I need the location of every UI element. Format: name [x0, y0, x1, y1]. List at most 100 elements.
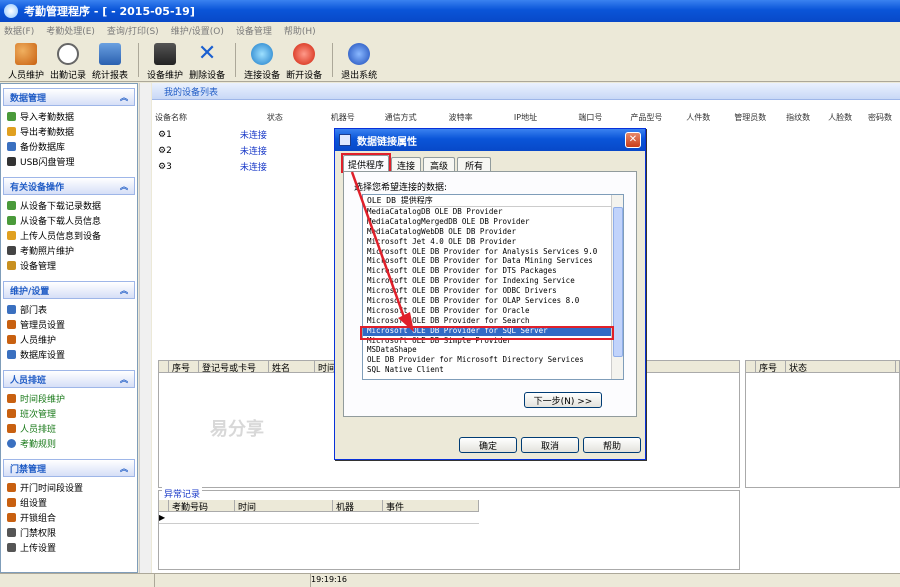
sidebar-scrollbar[interactable]	[139, 83, 151, 573]
tab-all[interactable]: 所有	[457, 157, 491, 172]
disconnect-button[interactable]: 断开设备	[286, 39, 322, 81]
col-fp-count[interactable]: 指纹数	[776, 112, 820, 124]
sidebar-item-photos[interactable]: 考勤照片维护	[1, 243, 137, 258]
dialog-icon	[339, 134, 351, 146]
col-baud[interactable]: 波特率	[431, 112, 491, 124]
report-button[interactable]: 统计报表	[92, 39, 128, 81]
provider-item[interactable]: MSDataShape	[363, 345, 623, 355]
col-port[interactable]: 端口号	[560, 112, 620, 124]
tab-advanced[interactable]: 高级	[423, 157, 455, 172]
sidebar-item-people[interactable]: 人员维护	[1, 332, 137, 347]
sidebar-item-upload-settings[interactable]: 上传设置	[1, 540, 137, 555]
collapse-icon[interactable]: ︽	[120, 374, 128, 385]
provider-list-scrollbar[interactable]	[611, 195, 623, 379]
provider-item[interactable]: MediaCatalogMergedDB OLE DB Provider	[363, 217, 623, 227]
col-name[interactable]: 姓名	[269, 361, 315, 372]
collapse-icon[interactable]: ︽	[120, 92, 128, 103]
sidebar-item-permissions[interactable]: 门禁权限	[1, 525, 137, 540]
col-state[interactable]: 状态	[786, 361, 896, 372]
provider-item[interactable]: MediaCatalogWebDB OLE DB Provider	[363, 227, 623, 237]
next-button[interactable]: 下一步(N) >>	[524, 392, 602, 408]
provider-item[interactable]: Microsoft OLE DB Provider for OLAP Servi…	[363, 296, 623, 306]
sidebar-item-door-times[interactable]: 开门时间段设置	[1, 480, 137, 495]
col-attendance-no[interactable]: 考勤号码	[169, 500, 235, 511]
people-button[interactable]: 人员维护	[8, 39, 44, 81]
sidebar-item-upload-people[interactable]: 上传人员信息到设备	[1, 228, 137, 243]
col-comm[interactable]: 通信方式	[371, 112, 431, 124]
device-row[interactable]: ⚙ 3 未连接	[158, 159, 267, 174]
sidebar-item-database[interactable]: 数据库设置	[1, 347, 137, 362]
sidebar-item-admin[interactable]: 管理员设置	[1, 317, 137, 332]
col-pw-count[interactable]: 密码数	[860, 112, 900, 124]
device-button[interactable]: 设备维护	[147, 39, 183, 81]
menu-maintenance[interactable]: 维护/设置(O)	[171, 24, 224, 37]
provider-item[interactable]: Microsoft OLE DB Provider for Oracle	[363, 306, 623, 316]
provider-item[interactable]: OLE DB Provider for Microsoft Directory …	[363, 355, 623, 365]
close-button[interactable]: ✕	[625, 132, 641, 148]
menu-device[interactable]: 设备管理	[236, 24, 272, 37]
sidebar-item-backup[interactable]: 备份数据库	[1, 139, 137, 154]
tab-connection[interactable]: 连接	[391, 157, 421, 172]
device-row[interactable]: ⚙ 2 未连接	[158, 143, 267, 158]
sidebar-item-time-slots[interactable]: 时间段维护	[1, 391, 137, 406]
col-time[interactable]: 时间	[235, 500, 333, 511]
cancel-button[interactable]: 取消	[521, 437, 579, 453]
col-index[interactable]: 序号	[756, 361, 786, 372]
col-face-count[interactable]: 人脸数	[820, 112, 860, 124]
provider-item[interactable]: Microsoft OLE DB Provider for Data Minin…	[363, 256, 623, 266]
connect-button[interactable]: 连接设备	[244, 39, 280, 81]
provider-item[interactable]: Microsoft OLE DB Provider for Analysis S…	[363, 247, 623, 257]
provider-item[interactable]: MediaCatalogDB OLE DB Provider	[363, 207, 623, 217]
col-index[interactable]: 序号	[169, 361, 199, 372]
scroll-thumb[interactable]	[613, 207, 623, 357]
sidebar-item-import[interactable]: 导入考勤数据	[1, 109, 137, 124]
provider-list[interactable]: OLE DB 提供程序 MediaCatalogDB OLE DB Provid…	[362, 194, 624, 380]
col-model[interactable]: 产品型号	[620, 112, 672, 124]
records-button[interactable]: 出勤记录	[50, 39, 86, 81]
group-scheduling[interactable]: 人员排班 ︽	[3, 370, 135, 388]
sidebar-item-download-people[interactable]: 从设备下载人员信息	[1, 213, 137, 228]
sidebar-item-shifts[interactable]: 班次管理	[1, 406, 137, 421]
col-ip[interactable]: IP地址	[491, 112, 561, 124]
exit-button[interactable]: 退出系统	[341, 39, 377, 81]
provider-item[interactable]: Microsoft OLE DB Provider for DTS Packag…	[363, 266, 623, 276]
abnormal-row[interactable]: ▶	[159, 512, 479, 524]
group-access-control[interactable]: 门禁管理 ︽	[3, 459, 135, 477]
sidebar-item-rules[interactable]: 考勤规则	[1, 436, 137, 451]
sidebar-item-device-manage[interactable]: 设备管理	[1, 258, 137, 273]
col-machine-no[interactable]: 机器号	[315, 112, 371, 124]
device-row[interactable]: ⚙ 1 未连接	[158, 127, 267, 142]
sidebar-item-departments[interactable]: 部门表	[1, 302, 137, 317]
group-device-ops[interactable]: 有关设备操作 ︽	[3, 177, 135, 195]
sidebar-item-groups[interactable]: 组设置	[1, 495, 137, 510]
col-user-count[interactable]: 人件数	[672, 112, 724, 124]
group-maintenance[interactable]: 维护/设置 ︽	[3, 281, 135, 299]
col-machine[interactable]: 机器	[333, 500, 383, 511]
sidebar-item-scheduling[interactable]: 人员排班	[1, 421, 137, 436]
sidebar-item-download-records[interactable]: 从设备下载记录数据	[1, 198, 137, 213]
col-admin-count[interactable]: 管理员数	[724, 112, 776, 124]
col-enroll-no[interactable]: 登记号或卡号	[199, 361, 269, 372]
menu-query-print[interactable]: 查询/打印(S)	[107, 24, 159, 37]
sidebar-item-unlock-combo[interactable]: 开锁组合	[1, 510, 137, 525]
provider-item[interactable]: SQL Native Client	[363, 365, 623, 375]
provider-item[interactable]: Microsoft OLE DB Provider for Search	[363, 316, 623, 326]
provider-item[interactable]: Microsoft OLE DB Provider for Indexing S…	[363, 276, 623, 286]
sidebar-item-usb[interactable]: USB闪盘管理	[1, 154, 137, 169]
help-button[interactable]: 帮助	[583, 437, 641, 453]
menu-help[interactable]: 帮助(H)	[284, 24, 316, 37]
menu-data[interactable]: 数据(F)	[4, 24, 34, 37]
col-device-name[interactable]: 设备名称	[155, 112, 235, 124]
provider-item[interactable]: Microsoft Jet 4.0 OLE DB Provider	[363, 237, 623, 247]
collapse-icon[interactable]: ︽	[120, 181, 128, 192]
collapse-icon[interactable]: ︽	[120, 463, 128, 474]
group-data-management[interactable]: 数据管理 ︽	[3, 88, 135, 106]
sidebar-item-export[interactable]: 导出考勤数据	[1, 124, 137, 139]
col-status[interactable]: 状态	[235, 112, 315, 124]
col-event[interactable]: 事件	[383, 500, 479, 511]
menu-attendance[interactable]: 考勤处理(E)	[46, 24, 95, 37]
provider-item[interactable]: Microsoft OLE DB Provider for ODBC Drive…	[363, 286, 623, 296]
delete-device-button[interactable]: ✕ 删除设备	[189, 39, 225, 82]
collapse-icon[interactable]: ︽	[120, 285, 128, 296]
ok-button[interactable]: 确定	[459, 437, 517, 453]
